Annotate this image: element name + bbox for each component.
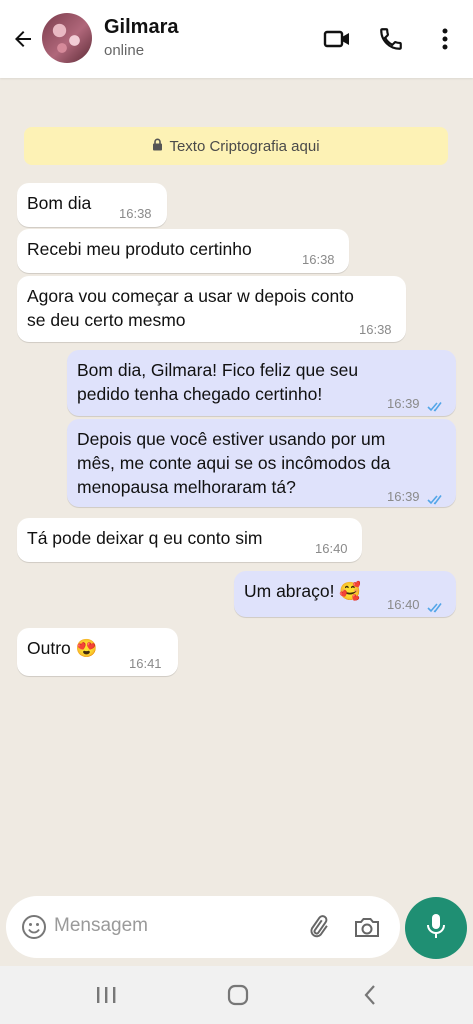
- message-time: 16:40: [387, 597, 420, 612]
- message-input[interactable]: Mensagem: [54, 915, 148, 937]
- camera-icon[interactable]: [353, 914, 381, 945]
- message-outgoing[interactable]: Depois que você estiver usando por um mê…: [67, 419, 456, 507]
- message-outgoing[interactable]: Bom dia, Gilmara! Fico feliz que seu ped…: [67, 350, 456, 416]
- message-text: Bom dia: [27, 193, 92, 213]
- message-text: Recebi meu produto certinho: [27, 239, 252, 259]
- message-text: Depois que você estiver usando por um: [77, 429, 386, 449]
- message-text: se deu certo mesmo: [27, 310, 186, 330]
- contact-name[interactable]: Gilmara: [104, 16, 178, 39]
- read-ticks-icon: [427, 394, 445, 418]
- message-composer[interactable]: Mensagem: [6, 896, 400, 958]
- read-ticks-icon: [427, 595, 445, 619]
- message-text: Bom dia, Gilmara! Fico feliz que seu: [77, 360, 359, 380]
- message-incoming[interactable]: Agora vou começar a usar w depois conto …: [17, 276, 406, 342]
- emoji-icon[interactable]: [21, 914, 47, 945]
- read-ticks-icon: [427, 487, 445, 511]
- message-time: 16:39: [387, 489, 420, 504]
- video-call-icon[interactable]: [322, 24, 352, 54]
- back-arrow-icon[interactable]: [8, 24, 38, 54]
- message-time: 16:39: [387, 396, 420, 411]
- message-text: Agora vou começar a usar w depois conto: [27, 286, 354, 306]
- message-time: 16:38: [359, 322, 392, 337]
- contact-status: online: [104, 42, 145, 59]
- avatar[interactable]: [42, 13, 92, 63]
- message-incoming[interactable]: Outro 😍 16:41: [17, 628, 178, 676]
- lock-icon: [152, 138, 163, 155]
- microphone-icon: [425, 912, 447, 945]
- more-options-icon[interactable]: [430, 24, 460, 54]
- chat-header: Gilmara online: [0, 0, 473, 78]
- message-incoming[interactable]: Recebi meu produto certinho 16:38: [17, 229, 349, 273]
- message-text: Outro 😍: [27, 638, 98, 658]
- back-nav-icon[interactable]: [362, 984, 378, 1011]
- encryption-text: Texto Criptografia aqui: [169, 137, 320, 155]
- message-incoming[interactable]: Bom dia 16:38: [17, 183, 167, 227]
- recent-apps-icon[interactable]: [95, 986, 117, 1009]
- message-text: Tá pode deixar q eu conto sim: [27, 528, 263, 548]
- message-time: 16:40: [315, 541, 348, 556]
- attach-icon[interactable]: [305, 914, 331, 945]
- message-incoming[interactable]: Tá pode deixar q eu conto sim 16:40: [17, 518, 362, 562]
- encryption-notice[interactable]: Texto Criptografia aqui: [24, 127, 448, 165]
- message-outgoing[interactable]: Um abraço! 🥰 16:40: [234, 571, 456, 617]
- message-time: 16:41: [129, 656, 162, 671]
- message-time: 16:38: [302, 252, 335, 267]
- system-navigation-bar: [0, 966, 473, 1024]
- microphone-button[interactable]: [405, 897, 467, 959]
- home-icon[interactable]: [226, 984, 250, 1011]
- phone-call-icon[interactable]: [376, 24, 406, 54]
- message-text: mês, me conte aqui se os incômodos da: [77, 453, 391, 473]
- message-text: Um abraço! 🥰: [244, 581, 362, 601]
- message-time: 16:38: [119, 206, 152, 221]
